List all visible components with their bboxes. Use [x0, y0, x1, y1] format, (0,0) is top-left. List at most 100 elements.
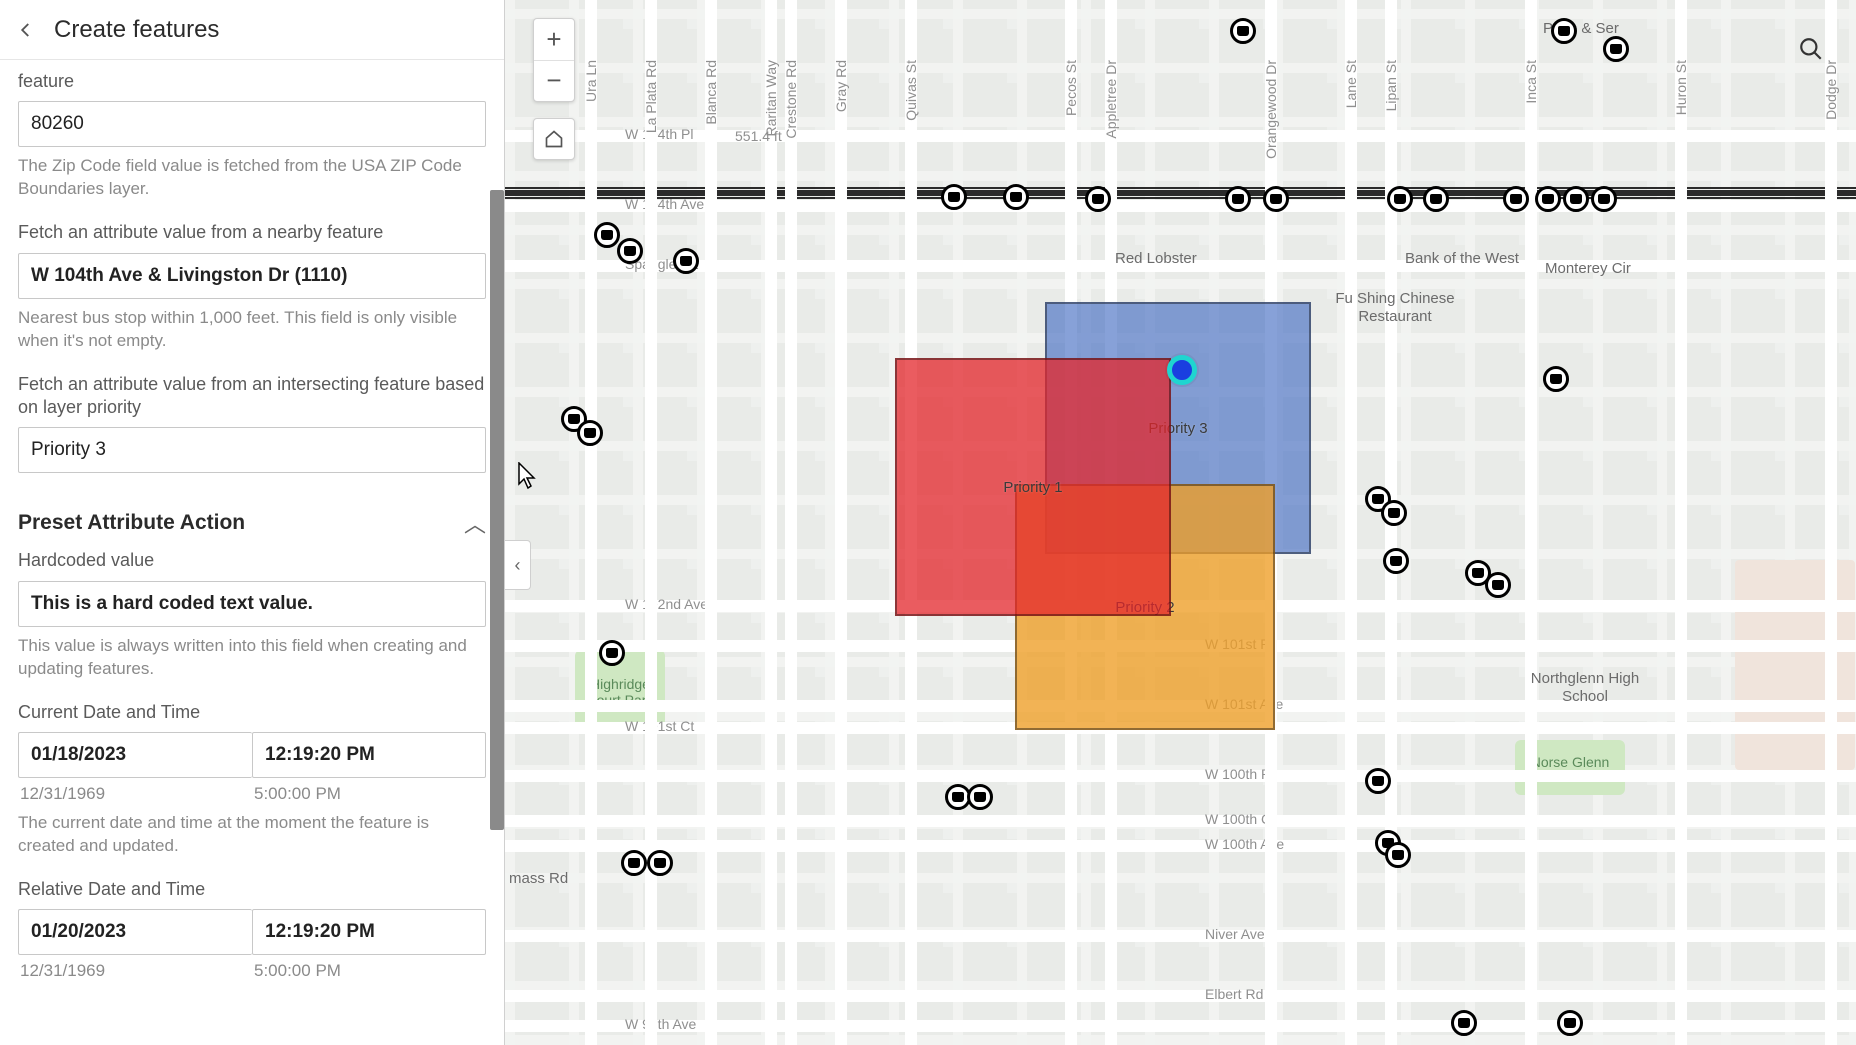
road-label: Pecos St: [1063, 60, 1079, 116]
field-label: Current Date and Time: [18, 701, 486, 724]
bus-stop-icon[interactable]: [577, 420, 603, 446]
bus-stop-icon[interactable]: [1557, 1010, 1583, 1036]
current-location-dot: [1167, 355, 1197, 385]
collapse-panel-button[interactable]: ‹: [505, 540, 531, 590]
prev-time: 5:00:00 PM: [252, 784, 486, 804]
nearby-input[interactable]: [18, 253, 486, 299]
bus-stop-icon[interactable]: [967, 784, 993, 810]
prev-time: 5:00:00 PM: [252, 961, 486, 981]
priority-input[interactable]: [18, 427, 486, 473]
home-button[interactable]: [533, 118, 575, 160]
bus-stop-icon[interactable]: [621, 850, 647, 876]
relative-date-input[interactable]: [18, 909, 252, 955]
field-priority: Fetch an attribute value from an interse…: [18, 373, 486, 474]
road-vertical: [835, 0, 847, 1045]
bus-stop-icon[interactable]: [1085, 186, 1111, 212]
bus-stop-icon[interactable]: [1365, 768, 1391, 794]
current-time-input[interactable]: [252, 732, 486, 778]
map-canvas[interactable]: Highridge Court ParkNorse Glenn W 104th …: [505, 0, 1856, 1045]
road-vertical: [1345, 0, 1357, 1045]
bus-stop-icon[interactable]: [1485, 572, 1511, 598]
road-label: Appletree Dr: [1103, 60, 1119, 139]
place-label: Fu Shing Chinese Restaurant: [1325, 290, 1465, 326]
road-label: La Plata Rd: [643, 60, 659, 133]
field-hardcoded: Hardcoded value This value is always wri…: [18, 549, 486, 680]
bus-stop-icon[interactable]: [1543, 366, 1569, 392]
field-label: Fetch an attribute value from an interse…: [18, 373, 486, 420]
current-date-input[interactable]: [18, 732, 252, 778]
section-toggle-preset[interactable]: Preset Attribute Action ︿: [18, 493, 486, 549]
bus-stop-icon[interactable]: [647, 850, 673, 876]
road-label: Lipan St: [1383, 60, 1399, 111]
bus-stop-icon[interactable]: [594, 222, 620, 248]
place-label: Monterey Cir: [1545, 260, 1631, 278]
field-label: Relative Date and Time: [18, 878, 486, 901]
bus-stop-icon[interactable]: [1591, 186, 1617, 212]
road-vertical: [1675, 0, 1687, 1045]
overlay-priority-1[interactable]: Priority 1: [895, 358, 1171, 616]
relative-time-input[interactable]: [252, 909, 486, 955]
road-vertical: [785, 0, 797, 1045]
field-label: feature: [18, 70, 486, 93]
bus-stop-icon[interactable]: [673, 248, 699, 274]
bus-stop-icon[interactable]: [1003, 184, 1029, 210]
field-hint: The current date and time at the moment …: [18, 812, 486, 858]
road-label: Orangewood Dr: [1263, 60, 1279, 159]
road-vertical: [1525, 0, 1537, 1045]
field-hint: The Zip Code field value is fetched from…: [18, 155, 486, 201]
road-label: W 104th Pl: [625, 126, 693, 142]
zip-input[interactable]: [18, 101, 486, 147]
back-button[interactable]: [8, 12, 44, 48]
create-features-panel: Create features feature The Zip Code fie…: [0, 0, 505, 1045]
bus-stop-icon[interactable]: [941, 184, 967, 210]
bus-stop-icon[interactable]: [617, 238, 643, 264]
bus-stop-icon[interactable]: [1451, 1010, 1477, 1036]
road-label: W 104th Ave: [625, 196, 704, 212]
prev-date: 12/31/1969: [18, 784, 252, 804]
bus-stop-icon[interactable]: [1535, 186, 1561, 212]
panel-body[interactable]: feature The Zip Code field value is fetc…: [0, 60, 504, 1045]
road-label: W 101st Ct: [625, 718, 694, 734]
bus-stop-icon[interactable]: [1423, 186, 1449, 212]
place-label: Bank of the West: [1405, 250, 1519, 268]
road-label: Quivas St: [903, 60, 919, 121]
search-button[interactable]: [1788, 26, 1834, 72]
bus-stop-icon[interactable]: [1503, 186, 1529, 212]
road-label: Niver Ave: [1205, 926, 1265, 942]
bus-stop-icon[interactable]: [1381, 500, 1407, 526]
chevron-up-icon: ︿: [464, 507, 486, 539]
scrollbar-thumb[interactable]: [490, 190, 504, 830]
road-label: W 99th Ave: [625, 1016, 696, 1032]
bus-stop-icon[interactable]: [1603, 36, 1629, 62]
road-label: W 102nd Ave: [625, 596, 708, 612]
bus-stop-icon[interactable]: [1263, 186, 1289, 212]
panel-title: Create features: [54, 16, 219, 44]
bus-stop-icon[interactable]: [599, 640, 625, 666]
zoom-in-button[interactable]: +: [534, 19, 574, 61]
road-label: Lane St: [1343, 60, 1359, 108]
bus-stop-icon[interactable]: [1385, 842, 1411, 868]
field-zip: feature The Zip Code field value is fetc…: [18, 70, 486, 201]
school-building: [1735, 560, 1855, 770]
road-vertical: [765, 0, 777, 1045]
bus-stop-icon[interactable]: [1551, 18, 1577, 44]
prev-date: 12/31/1969: [18, 961, 252, 981]
bus-stop-icon[interactable]: [1563, 186, 1589, 212]
field-label: Fetch an attribute value from a nearby f…: [18, 221, 486, 244]
section-title: Preset Attribute Action: [18, 511, 245, 535]
road-vertical: [585, 0, 597, 1045]
zoom-control: + −: [533, 18, 575, 102]
field-hint: This value is always written into this f…: [18, 635, 486, 681]
panel-header: Create features: [0, 0, 504, 60]
road-label: Raritan Way: [763, 60, 779, 137]
road-label: W 100th Pl: [1205, 766, 1273, 782]
zoom-out-button[interactable]: −: [534, 61, 574, 102]
hardcoded-input[interactable]: [18, 581, 486, 627]
bus-stop-icon[interactable]: [1383, 548, 1409, 574]
road-label: Gray Rd: [833, 60, 849, 112]
bus-stop-icon[interactable]: [1230, 18, 1256, 44]
bus-stop-icon[interactable]: [1387, 186, 1413, 212]
scale-label: 551.4 ft: [735, 128, 782, 144]
bus-stop-icon[interactable]: [1225, 186, 1251, 212]
field-label: Hardcoded value: [18, 549, 486, 572]
